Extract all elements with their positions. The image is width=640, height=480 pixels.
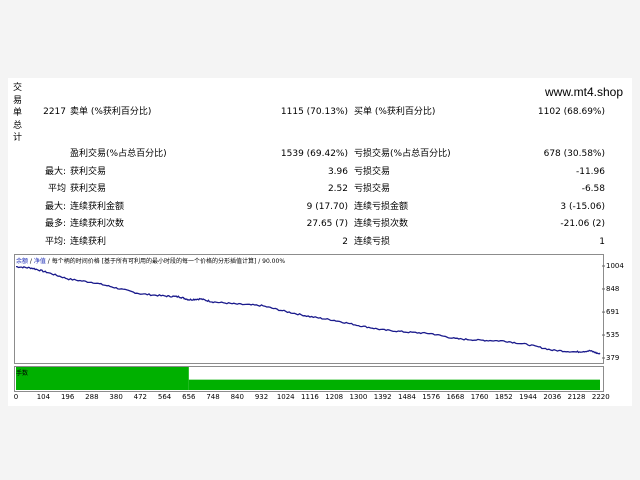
lots-label: 手数	[16, 370, 29, 377]
lots-bar	[16, 367, 189, 390]
balance-line	[16, 265, 601, 355]
chart-svg	[16, 265, 605, 390]
lots-bar	[188, 379, 600, 390]
